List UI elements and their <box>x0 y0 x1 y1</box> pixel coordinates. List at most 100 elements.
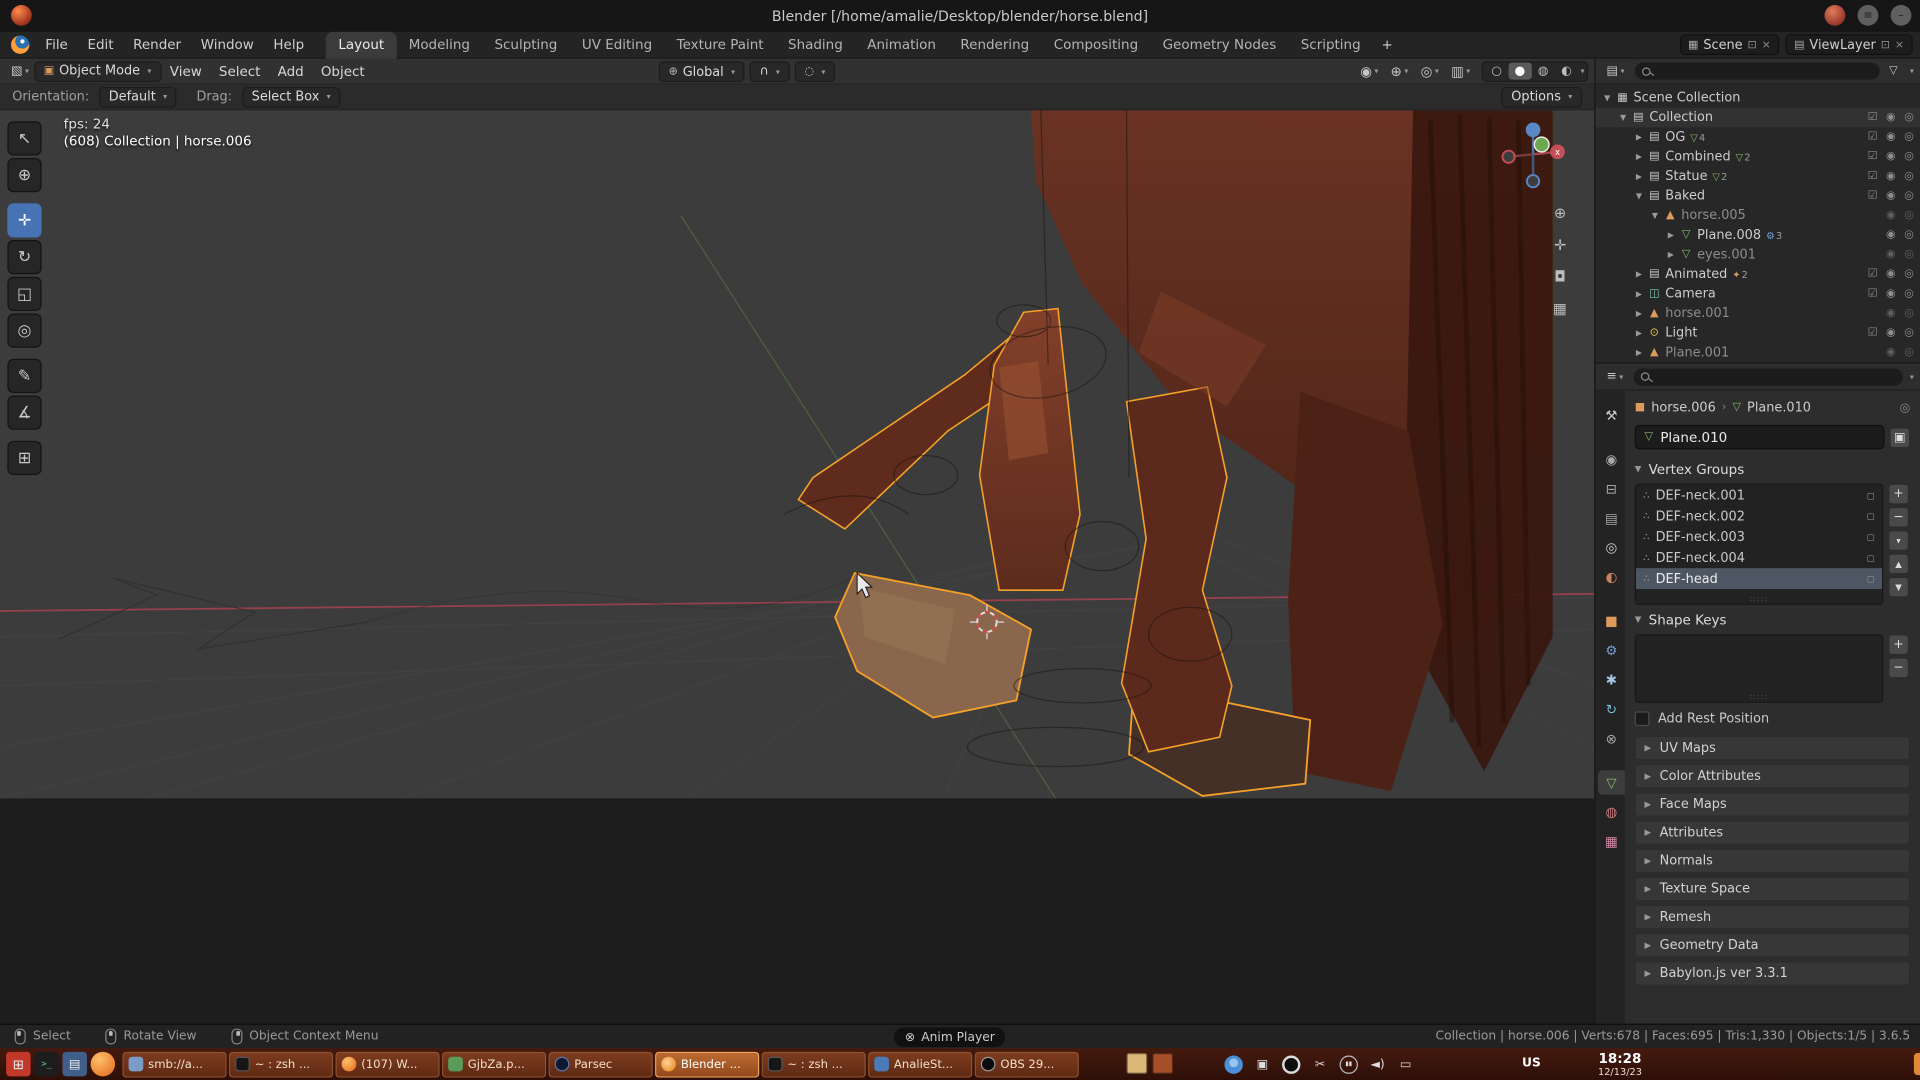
expand-icon[interactable]: ▶ <box>1632 152 1645 162</box>
outliner-filter-button[interactable]: ▽ <box>1884 61 1902 82</box>
outliner-row[interactable]: ▶▤OG▽4☑◉◎ <box>1596 127 1920 147</box>
app-menu-launcher-icon[interactable]: ⊞ <box>6 1052 30 1076</box>
hide-viewport-toggle[interactable]: ◉ <box>1886 288 1896 300</box>
properties-tab-object-data[interactable]: ▽ <box>1598 770 1625 794</box>
outliner-row[interactable]: ▶⊙Light☑◉◎ <box>1596 323 1920 343</box>
hide-viewport-toggle[interactable]: ◉ <box>1886 268 1896 280</box>
properties-tab-material[interactable]: ◍ <box>1598 800 1625 824</box>
shading-material-preview-button[interactable]: ◍ <box>1532 62 1555 79</box>
resize-handle[interactable]: ::::: <box>1750 693 1769 702</box>
new-scene-icon[interactable]: ⊡ <box>1747 39 1756 51</box>
editor-type-button[interactable]: ▧▾ <box>6 61 34 82</box>
gizmo-x-neg-axis[interactable] <box>1502 151 1514 163</box>
properties-tab-physics[interactable]: ↻ <box>1598 697 1625 721</box>
vertex-group-item[interactable]: ∴DEF-neck.004▢ <box>1636 547 1882 568</box>
workspace-tab-uv-editing[interactable]: UV Editing <box>570 31 665 58</box>
display-tray-icon[interactable]: ▭ <box>1397 1054 1414 1074</box>
menu-window[interactable]: Window <box>191 31 264 58</box>
properties-tab-particles[interactable]: ✱ <box>1598 667 1625 691</box>
orientation-dropdown[interactable]: Default▾ <box>99 86 177 107</box>
keyboard-layout-indicator[interactable]: US <box>1522 1057 1541 1070</box>
viewlayer-selector[interactable]: ▤ ViewLayer ⊡ × <box>1786 34 1913 55</box>
taskbar-window-browser[interactable]: (107) W... <box>336 1051 440 1077</box>
expand-icon[interactable]: ▶ <box>1632 289 1645 299</box>
shape-keys-section-header[interactable]: ▼ Shape Keys <box>1635 607 1911 631</box>
disable-render-toggle[interactable]: ◎ <box>1904 288 1914 300</box>
outliner-row[interactable]: ▶▤Statue▽2☑◉◎ <box>1596 167 1920 187</box>
panel-edge-handle[interactable] <box>1914 1053 1920 1075</box>
expand-icon[interactable]: ▶ <box>1632 328 1645 338</box>
transform-orientation-dropdown[interactable]: ⊕ Global▾ <box>659 61 745 82</box>
workspace-tab-rendering[interactable]: Rendering <box>948 31 1041 58</box>
hide-viewport-toggle[interactable]: ◉ <box>1886 307 1896 319</box>
workspace-tab-compositing[interactable]: Compositing <box>1041 31 1150 58</box>
color-swatch[interactable] <box>1127 1053 1148 1074</box>
exclude-checkbox[interactable]: ☑ <box>1868 327 1878 339</box>
exclude-checkbox[interactable]: ☑ <box>1868 151 1878 163</box>
disable-render-toggle[interactable]: ◎ <box>1904 209 1914 221</box>
section-geometry-data[interactable]: ▶Geometry Data <box>1635 933 1911 957</box>
taskbar-window-folder[interactable]: smb://a... <box>122 1051 226 1077</box>
exclude-checkbox[interactable]: ☑ <box>1868 190 1878 202</box>
section-face-maps[interactable]: ▶Face Maps <box>1635 792 1911 816</box>
collapse-icon[interactable]: ▼ <box>1648 211 1661 221</box>
tool-select-box[interactable]: ↖ <box>7 121 41 155</box>
expand-icon[interactable]: ▶ <box>1632 309 1645 319</box>
expand-icon[interactable]: ▶ <box>1632 132 1645 142</box>
pin-icon[interactable]: ◎ <box>1900 401 1911 414</box>
3d-viewport[interactable]: ▧▾ ▣ Object Mode▾ ViewSelectAddObject ◉▾… <box>0 59 1594 799</box>
hide-viewport-toggle[interactable]: ◉ <box>1886 111 1896 123</box>
hide-viewport-toggle[interactable]: ◉ <box>1886 190 1896 202</box>
menu-render[interactable]: Render <box>123 31 191 58</box>
camera-view-button[interactable]: ◘ <box>1550 267 1570 287</box>
tool-move[interactable]: ✛ <box>7 203 41 237</box>
tool-scale[interactable]: ◱ <box>7 277 41 311</box>
taskbar-window-blender[interactable]: Blender ... <box>655 1051 759 1077</box>
menu-edit[interactable]: Edit <box>78 31 124 58</box>
scene-selector[interactable]: ▦ Scene ⊡ × <box>1679 34 1779 55</box>
volume-tray-icon[interactable]: ◄) <box>1369 1054 1386 1074</box>
section-uv-maps[interactable]: ▶UV Maps <box>1635 736 1911 760</box>
new-viewlayer-icon[interactable]: ⊡ <box>1881 39 1890 51</box>
viewport-menu-select[interactable]: Select <box>210 59 269 84</box>
disable-render-toggle[interactable]: ◎ <box>1904 347 1914 359</box>
section-normals[interactable]: ▶Normals <box>1635 849 1911 873</box>
exclude-checkbox[interactable]: ☑ <box>1868 170 1878 182</box>
disable-render-toggle[interactable]: ◎ <box>1904 268 1914 280</box>
taskbar-window-terminal[interactable]: ~ : zsh ... <box>229 1051 333 1077</box>
hide-viewport-toggle[interactable]: ◉ <box>1886 131 1896 143</box>
files-launcher-icon[interactable]: ▤ <box>62 1052 86 1076</box>
lock-icon[interactable]: ▢ <box>1867 532 1875 542</box>
section-babylon-js-ver-3-3-1[interactable]: ▶Babylon.js ver 3.3.1 <box>1635 961 1911 985</box>
navigation-gizmo[interactable]: x <box>1496 120 1569 193</box>
add-workspace-button[interactable]: + <box>1373 31 1401 58</box>
tool-cursor[interactable]: ⊕ <box>7 158 41 192</box>
hide-viewport-toggle[interactable]: ◉ <box>1886 170 1896 182</box>
properties-tab-view-layer[interactable]: ▤ <box>1598 506 1625 530</box>
outliner-row[interactable]: ▶▲horse.001◉◎ <box>1596 304 1920 324</box>
clock[interactable]: 18:28 12/13/23 <box>1598 1051 1642 1079</box>
properties-tab-constraints[interactable]: ⊗ <box>1598 726 1625 750</box>
gizmo-z-axis[interactable] <box>1526 122 1541 137</box>
collapse-icon[interactable]: ▼ <box>1616 113 1629 123</box>
tool-transform[interactable]: ◎ <box>7 313 41 347</box>
viewport-menu-object[interactable]: Object <box>312 59 373 84</box>
disable-render-toggle[interactable]: ◎ <box>1904 229 1914 241</box>
vertex-groups-section-header[interactable]: ▼ Vertex Groups <box>1635 457 1911 481</box>
shading-solid-button[interactable]: ● <box>1508 62 1531 79</box>
outliner-row[interactable]: ▼▤Baked☑◉◎ <box>1596 186 1920 206</box>
tool-add-cube[interactable]: ⊞ <box>7 441 41 475</box>
properties-tab-output[interactable]: ⊟ <box>1598 476 1625 500</box>
window-minimize-button[interactable]: – <box>1891 5 1912 26</box>
remove-vertex-group-button[interactable]: − <box>1888 507 1909 528</box>
properties-tab-scene[interactable]: ◎ <box>1598 535 1625 559</box>
breadcrumb-object[interactable]: horse.006 <box>1651 400 1716 415</box>
horse-model[interactable] <box>798 110 1552 796</box>
viewport-canvas[interactable] <box>0 110 1594 798</box>
disable-render-toggle[interactable]: ◎ <box>1904 327 1914 339</box>
resize-handle[interactable]: ::::: <box>1750 595 1769 604</box>
section-remesh[interactable]: ▶Remesh <box>1635 905 1911 929</box>
menu-file[interactable]: File <box>36 31 78 58</box>
section-color-attributes[interactable]: ▶Color Attributes <box>1635 764 1911 788</box>
outliner-row[interactable]: ▶◫Camera☑◉◎ <box>1596 284 1920 304</box>
